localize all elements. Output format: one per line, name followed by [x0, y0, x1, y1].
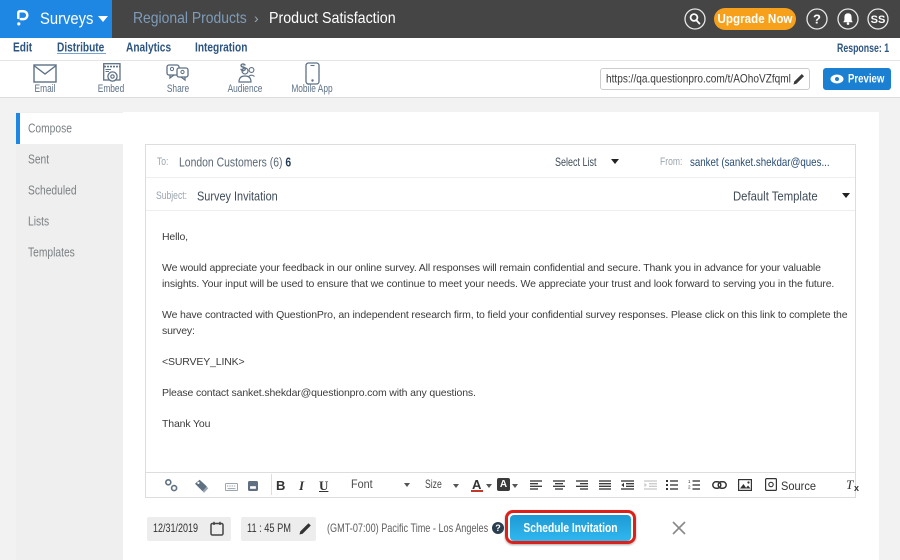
svg-text:2: 2	[688, 485, 691, 490]
svg-text:1: 1	[688, 480, 691, 484]
svg-text:?: ?	[495, 523, 501, 533]
svg-text:?: ?	[813, 12, 821, 27]
svg-text:SS: SS	[871, 14, 886, 26]
